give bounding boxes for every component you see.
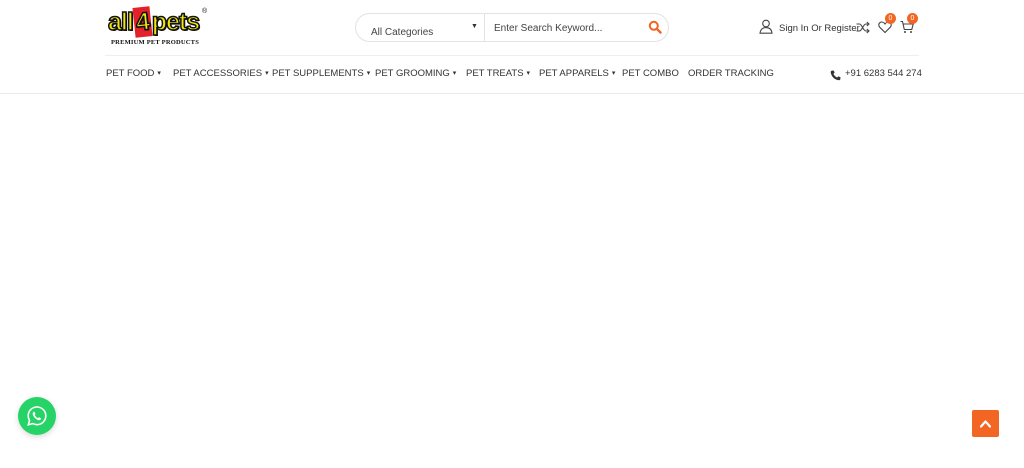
search-input[interactable] xyxy=(494,18,639,38)
category-select-value: All Categories xyxy=(371,27,434,38)
whatsapp-chat-button[interactable] xyxy=(18,397,56,435)
chevron-down-icon: ▾ xyxy=(265,70,269,77)
account-label: Sign In Or Register xyxy=(779,23,860,34)
compare-shuffle-icon[interactable] xyxy=(856,21,870,34)
nav-item-pet-grooming[interactable]: PET GROOMING ▾ xyxy=(375,68,456,79)
logo-tagline: PREMIUM PET PRODUCTS xyxy=(111,39,200,46)
site-logo[interactable]: all4pets ® PREMIUM PET PRODUCTS xyxy=(107,6,208,49)
cart-count-badge: 0 xyxy=(907,13,918,24)
main-nav: PET FOOD ▾ PET ACCESSORIES ▾ PET SUPPLEMEN… xyxy=(0,56,1024,93)
registered-mark: ® xyxy=(202,8,208,15)
phone-icon xyxy=(830,68,841,81)
user-icon xyxy=(759,19,773,34)
logo-wordmark: all4pets xyxy=(107,6,201,38)
whatsapp-icon xyxy=(27,406,47,426)
chevron-up-icon xyxy=(980,420,991,428)
chevron-down-icon: ▾ xyxy=(452,70,457,77)
nav-item-order-tracking[interactable]: ORDER TRACKING xyxy=(688,68,774,79)
nav-item-pet-treats[interactable]: PET TREATS ▾ xyxy=(466,68,530,79)
search-bar: All Categories ▼ xyxy=(355,13,669,42)
nav-item-pet-food[interactable]: PET FOOD ▾ xyxy=(106,68,161,79)
nav-item-pet-apparels[interactable]: PET APPARELS ▾ xyxy=(539,68,615,79)
nav-item-pet-accessories[interactable]: PET ACCESSORIES ▾ xyxy=(173,68,269,79)
nav-item-pet-combo[interactable]: PET COMBO xyxy=(622,68,679,79)
header-top: all4pets ® PREMIUM PET PRODUCTS All Cate… xyxy=(0,0,1024,55)
category-select[interactable]: All Categories ▼ xyxy=(356,14,485,41)
chevron-down-icon: ▾ xyxy=(366,70,371,77)
nav-divider xyxy=(0,93,1024,94)
chevron-down-icon: ▾ xyxy=(611,70,616,77)
caret-down-icon: ▼ xyxy=(471,23,478,30)
chevron-down-icon: ▾ xyxy=(526,70,531,77)
chevron-down-icon: ▾ xyxy=(157,70,161,77)
back-to-top-button[interactable] xyxy=(972,410,999,437)
nav-item-pet-supplements[interactable]: PET SUPPLEMENTS ▾ xyxy=(272,68,370,79)
phone-number: +91 6283 544 274 xyxy=(845,68,922,79)
wishlist-count-badge: 0 xyxy=(885,13,896,24)
search-icon[interactable] xyxy=(648,20,662,34)
